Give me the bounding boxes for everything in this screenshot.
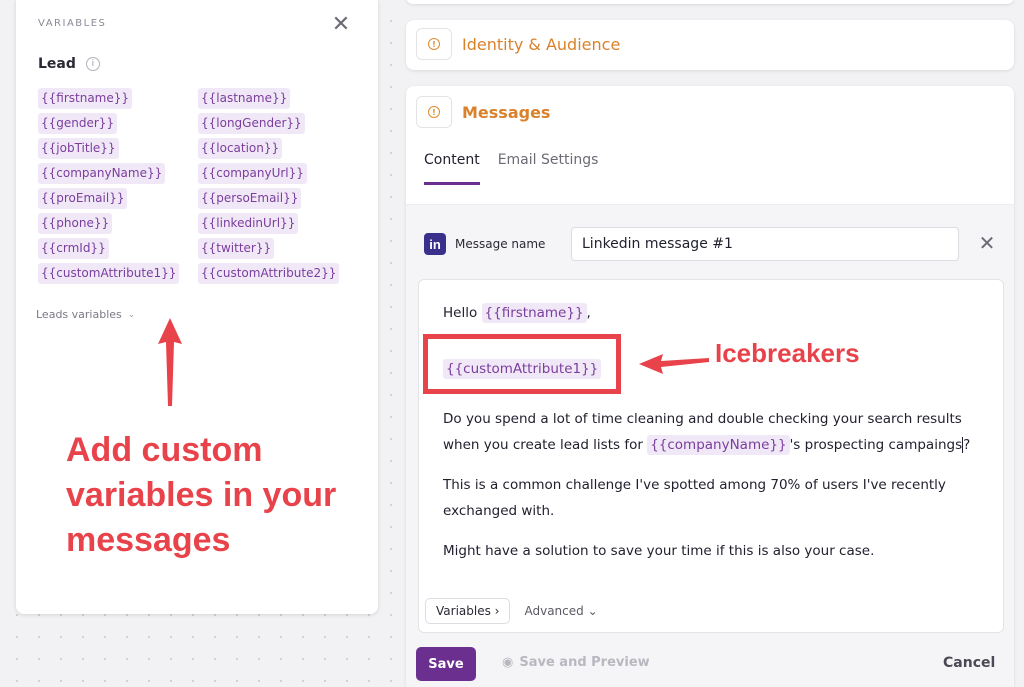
leads-variables-dropdown[interactable]: Leads variables ⌄ [36,308,135,321]
paragraph-1-end: ? [963,437,971,453]
editor-footer: Variables › Advanced ⌄ [425,598,598,624]
paragraph-1: Do you spend a lot of time cleaning and … [443,406,995,458]
info-icon: i [85,57,100,71]
close-icon[interactable]: ✕ [976,231,998,255]
variable-chip-firstname[interactable]: {{firstname}} [481,303,587,323]
variables-button[interactable]: Variables › [425,598,511,624]
variable-chip[interactable]: {{customAttribute2}} [198,263,340,284]
message-body-text: Do you spend a lot of time cleaning and … [443,406,995,578]
previous-card-edge [406,0,1014,4]
variable-chip[interactable]: {{customAttribute1}} [38,263,180,284]
advanced-dropdown[interactable]: Advanced ⌄ [524,604,597,618]
eye-icon: ◉ [502,655,514,670]
save-button[interactable]: Save [416,647,476,681]
paragraph-1-suffix: 's prospecting campaings [789,437,963,453]
identity-audience-section[interactable]: ! Identity & Audience [406,20,1014,70]
variable-chip[interactable]: {{companyUrl}} [198,163,307,184]
save-preview-label: Save and Preview [519,655,650,670]
message-tabs: Content Email Settings [424,152,598,185]
close-icon[interactable]: ✕ [330,14,352,36]
variable-chip[interactable]: {{location}} [198,138,283,159]
identity-section-title: Identity & Audience [462,35,621,54]
chevron-down-icon: ⌄ [587,604,598,618]
leads-variables-label: Leads variables [36,308,122,321]
greeting-line: Hello {{firstname}}, [443,300,1003,326]
alert-icon: ! [416,28,452,60]
save-and-preview-button[interactable]: ◉ Save and Preview [502,655,650,670]
variable-chip[interactable]: {{lastname}} [198,88,291,109]
variable-chip[interactable]: {{crmId}} [38,238,109,259]
custom-attribute-line: {{customAttribute1}} [443,356,602,382]
annotation-custom-variables: Add custom variables in your messages [66,431,337,559]
annotation-icebreakers: Icebreakers [715,338,860,368]
paragraph-3: Might have a solution to save your time … [443,543,875,559]
variable-chip[interactable]: {{linkedinUrl}} [198,213,299,234]
variable-chip[interactable]: {{twitter}} [198,238,275,259]
message-body-editor[interactable]: Hello {{firstname}}, {{customAttribute1}… [418,279,1004,633]
alert-icon: ! [416,96,452,128]
chevron-down-icon: ⌄ [127,309,136,320]
tab-email-settings[interactable]: Email Settings [498,152,599,185]
variable-chip[interactable]: {{persoEmail}} [198,188,302,209]
message-name-input[interactable] [571,227,959,261]
variable-chip[interactable]: {{companyName}} [38,163,166,184]
variable-chip-grid: {{firstname}} {{lastname}} {{gender}} {{… [38,88,358,284]
tab-content[interactable]: Content [424,152,480,185]
annotation-arrow-up [158,318,182,406]
variable-chip[interactable]: {{proEmail}} [38,188,128,209]
chevron-right-icon: › [494,604,500,618]
variable-chip[interactable]: {{longGender}} [198,113,305,134]
cancel-button[interactable]: Cancel [943,655,995,671]
hello-text: Hello [443,305,478,321]
linkedin-icon: in [424,233,446,255]
lead-section-title: Lead i [38,56,100,72]
lead-title-text: Lead [38,56,76,72]
message-name-label: Message name [455,237,546,251]
message-editor-area: in Message name ✕ Hello {{firstname}}, {… [406,204,1014,687]
variable-chip-custom-attribute[interactable]: {{customAttribute1}} [443,359,602,379]
variable-chip-company-name[interactable]: {{companyName}} [647,435,790,455]
panel-title: VARIABLES [38,18,107,29]
messages-section-title: Messages [462,103,551,122]
variable-chip[interactable]: {{phone}} [38,213,113,234]
variable-chip[interactable]: {{firstname}} [38,88,133,109]
paragraph-2: This is a common challenge I've spotted … [443,477,946,519]
annotation-arrow-left [639,354,709,374]
variable-chip[interactable]: {{gender}} [38,113,118,134]
advanced-label: Advanced [524,604,584,618]
hello-comma: , [586,305,591,321]
messages-section: ! Messages Content Email Settings in Mes… [406,86,1014,687]
variables-button-label: Variables [436,604,491,618]
variable-chip[interactable]: {{jobTitle}} [38,138,119,159]
